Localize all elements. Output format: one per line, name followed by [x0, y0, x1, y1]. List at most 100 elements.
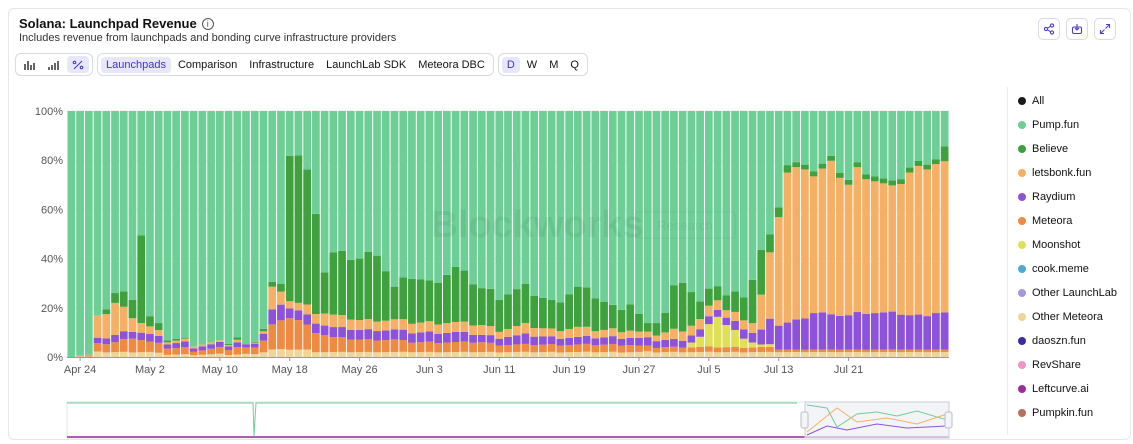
bar-segment-pump-fun[interactable]	[888, 111, 897, 181]
bar-segment-raydium[interactable]	[678, 340, 687, 348]
bar-segment-letsbonk-fun[interactable]	[425, 321, 434, 332]
bar-segment-other-meteora[interactable]	[844, 352, 853, 357]
bar-segment-other-meteora[interactable]	[381, 352, 390, 357]
bar-segment-meteora[interactable]	[469, 342, 477, 353]
bar-segment-meteora[interactable]	[617, 345, 626, 353]
bar-segment-other-meteora[interactable]	[416, 352, 425, 357]
bar-segment-meteora[interactable]	[93, 343, 102, 352]
bar-segment-believe[interactable]	[643, 323, 652, 332]
bar-segment-pump-fun[interactable]	[739, 111, 748, 298]
bar-segment-meteora[interactable]	[154, 342, 163, 353]
bar-segment-believe[interactable]	[102, 309, 111, 315]
bar-segment-other-meteora[interactable]	[172, 354, 181, 357]
bar-segment-letsbonk-fun[interactable]	[626, 330, 635, 338]
bar-segment-letsbonk-fun[interactable]	[801, 169, 809, 319]
bar-segment-believe[interactable]	[477, 288, 486, 326]
bar-segment-other-meteora[interactable]	[547, 351, 556, 357]
bar-segment-raydium[interactable]	[801, 318, 809, 350]
bar-segment-raydium[interactable]	[355, 329, 364, 340]
bar-segment-believe[interactable]	[408, 278, 416, 324]
bar-segment-pump-fun[interactable]	[512, 111, 521, 290]
bar-segment-believe[interactable]	[923, 164, 932, 170]
bar-segment-other-meteora[interactable]	[801, 352, 809, 357]
bar-segment-pump-fun[interactable]	[757, 111, 766, 250]
bar-segment-meteora[interactable]	[416, 342, 425, 353]
legend-item-raydium[interactable]: Raydium	[1018, 191, 1075, 203]
bar-segment-other-meteora[interactable]	[617, 352, 626, 357]
bar-segment-raydium[interactable]	[582, 335, 591, 344]
bar-segment-letsbonk-fun[interactable]	[565, 328, 573, 338]
bar-segment-meteora[interactable]	[373, 340, 381, 353]
bar-segment-letsbonk-fun[interactable]	[914, 165, 923, 315]
bar-segment-meteora[interactable]	[434, 343, 443, 353]
bar-segment-raydium[interactable]	[198, 346, 207, 351]
bar-segment-pump-fun[interactable]	[329, 111, 338, 253]
bar-segment-believe[interactable]	[373, 255, 381, 322]
bar-segment-pump-fun[interactable]	[704, 111, 713, 289]
bar-segment-pump-fun[interactable]	[905, 111, 914, 168]
bar-segment-meteora[interactable]	[102, 344, 111, 353]
bar-segment-pump-fun[interactable]	[320, 111, 329, 273]
bar-segment-other-meteora[interactable]	[722, 352, 731, 357]
bar-segment-meteora[interactable]	[888, 349, 897, 352]
bar-segment-raydium[interactable]	[390, 329, 399, 340]
bar-segment-letsbonk-fun[interactable]	[364, 319, 373, 330]
bar-segment-pump-fun[interactable]	[731, 111, 739, 292]
bar-segment-meteora[interactable]	[914, 349, 923, 353]
bar-segment-letsbonk-fun[interactable]	[154, 330, 163, 336]
bar-segment-letsbonk-fun[interactable]	[853, 167, 862, 313]
bar-segment-letsbonk-fun[interactable]	[224, 344, 233, 347]
bar-segment-letsbonk-fun[interactable]	[573, 326, 582, 337]
bar-segment-letsbonk-fun[interactable]	[312, 314, 320, 324]
bar-segment-believe[interactable]	[870, 176, 879, 182]
bar-segment-other-meteora[interactable]	[905, 352, 914, 357]
bar-segment-other-meteora[interactable]	[268, 349, 277, 357]
navigator-selection[interactable]	[804, 401, 950, 439]
bar-segment-letsbonk-fun[interactable]	[932, 164, 940, 314]
bar-segment-believe[interactable]	[119, 291, 128, 307]
bar-segment-letsbonk-fun[interactable]	[923, 169, 932, 317]
bar-segment-other-meteora[interactable]	[233, 354, 242, 357]
bar-segment-raydium[interactable]	[163, 344, 172, 349]
bar-segment-letsbonk-fun[interactable]	[338, 315, 346, 328]
bar-segment-other-meteora[interactable]	[853, 352, 862, 357]
bar-segment-other-meteora[interactable]	[652, 352, 661, 357]
bar-segment-believe[interactable]	[853, 162, 862, 168]
bar-segment-meteora[interactable]	[731, 346, 739, 352]
bar-segment-raydium[interactable]	[923, 316, 932, 350]
bar-segment-letsbonk-fun[interactable]	[504, 328, 512, 337]
bar-segment-meteora[interactable]	[268, 324, 277, 350]
bar-segment-believe[interactable]	[722, 295, 731, 311]
bar-segment-other-meteora[interactable]	[530, 352, 539, 357]
bar-segment-pump-fun[interactable]	[285, 111, 294, 156]
bar-segment-other-meteora[interactable]	[215, 353, 224, 357]
tab-launchlab-sdk[interactable]: LaunchLab SDK	[321, 57, 411, 73]
bar-segment-letsbonk-fun[interactable]	[722, 310, 731, 318]
bar-segment-raydium[interactable]	[416, 332, 425, 343]
bar-segment-letsbonk-fun[interactable]	[434, 324, 443, 334]
bar-segment-raydium[interactable]	[556, 338, 565, 346]
bar-segment-letsbonk-fun[interactable]	[652, 335, 661, 342]
bar-segment-believe[interactable]	[600, 301, 608, 330]
bar-segment-raydium[interactable]	[250, 343, 259, 348]
bar-segment-letsbonk-fun[interactable]	[119, 306, 128, 332]
bar-segment-letsbonk-fun[interactable]	[879, 183, 888, 313]
bar-chart-icon[interactable]	[19, 56, 41, 73]
bar-segment-letsbonk-fun[interactable]	[591, 331, 600, 339]
bar-segment-other-meteora[interactable]	[687, 352, 696, 357]
bar-segment-meteora[interactable]	[870, 349, 879, 353]
bar-segment-meteora[interactable]	[128, 338, 137, 353]
bar-segment-raydium[interactable]	[539, 336, 547, 345]
share-icon[interactable]	[1038, 18, 1060, 40]
bar-segment-letsbonk-fun[interactable]	[757, 294, 766, 330]
bar-segment-meteora[interactable]	[897, 349, 905, 353]
bar-segment-meteora[interactable]	[250, 347, 259, 355]
bar-segment-meteora[interactable]	[678, 347, 687, 353]
bar-segment-letsbonk-fun[interactable]	[146, 326, 154, 335]
bar-segment-other-meteora[interactable]	[504, 352, 512, 357]
bar-segment-pump-fun[interactable]	[93, 111, 102, 316]
bar-segment-meteora[interactable]	[801, 349, 809, 353]
bar-segment-raydium[interactable]	[704, 316, 713, 325]
bar-segment-raydium[interactable]	[189, 348, 198, 352]
bar-segment-other-meteora[interactable]	[731, 351, 739, 357]
